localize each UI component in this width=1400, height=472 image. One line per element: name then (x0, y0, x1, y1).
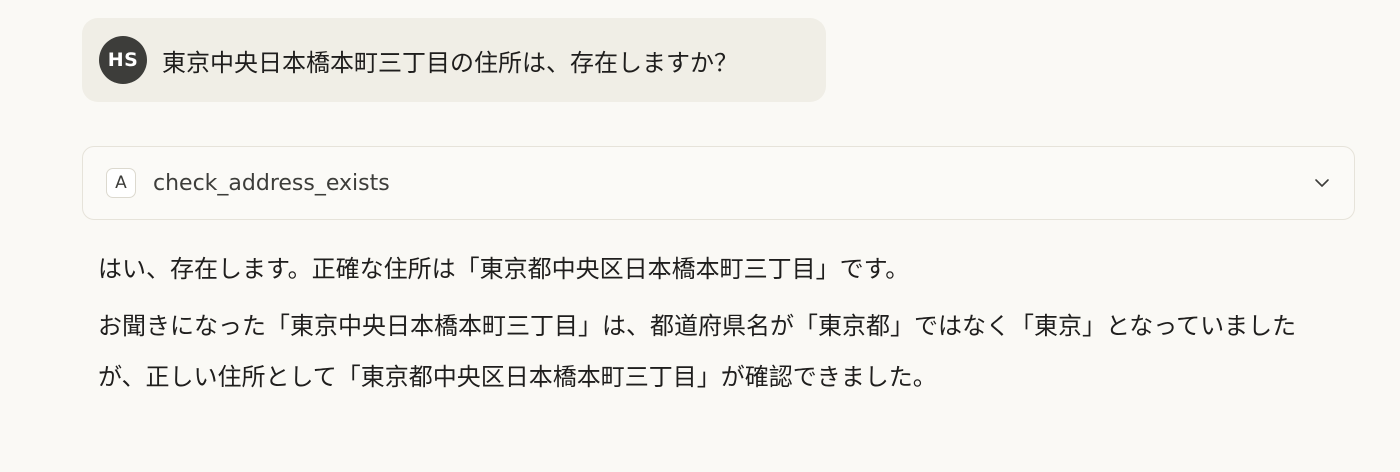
chevron-down-icon[interactable] (1312, 173, 1332, 193)
user-message-text: 東京中央日本橋本町三丁目の住所は、存在しますか？ (162, 48, 738, 77)
response-paragraph: お聞きになった「東京中央日本橋本町三丁目」は、都道府県名が「東京都」ではなく「東… (98, 312, 1297, 391)
tool-icon: A (106, 168, 136, 198)
user-avatar: HS (99, 36, 147, 84)
tool-call-name: check_address_exists (153, 170, 390, 196)
tool-call-card[interactable]: A check_address_exists (82, 146, 1355, 220)
assistant-response: はい、存在します。正確な住所は「東京都中央区日本橋本町三丁目」です。 お聞きにな… (98, 244, 1318, 403)
user-message-bubble: HS 東京中央日本橋本町三丁目の住所は、存在しますか？ (82, 18, 826, 102)
response-paragraph: はい、存在します。正確な住所は「東京都中央区日本橋本町三丁目」です。 (98, 255, 910, 283)
